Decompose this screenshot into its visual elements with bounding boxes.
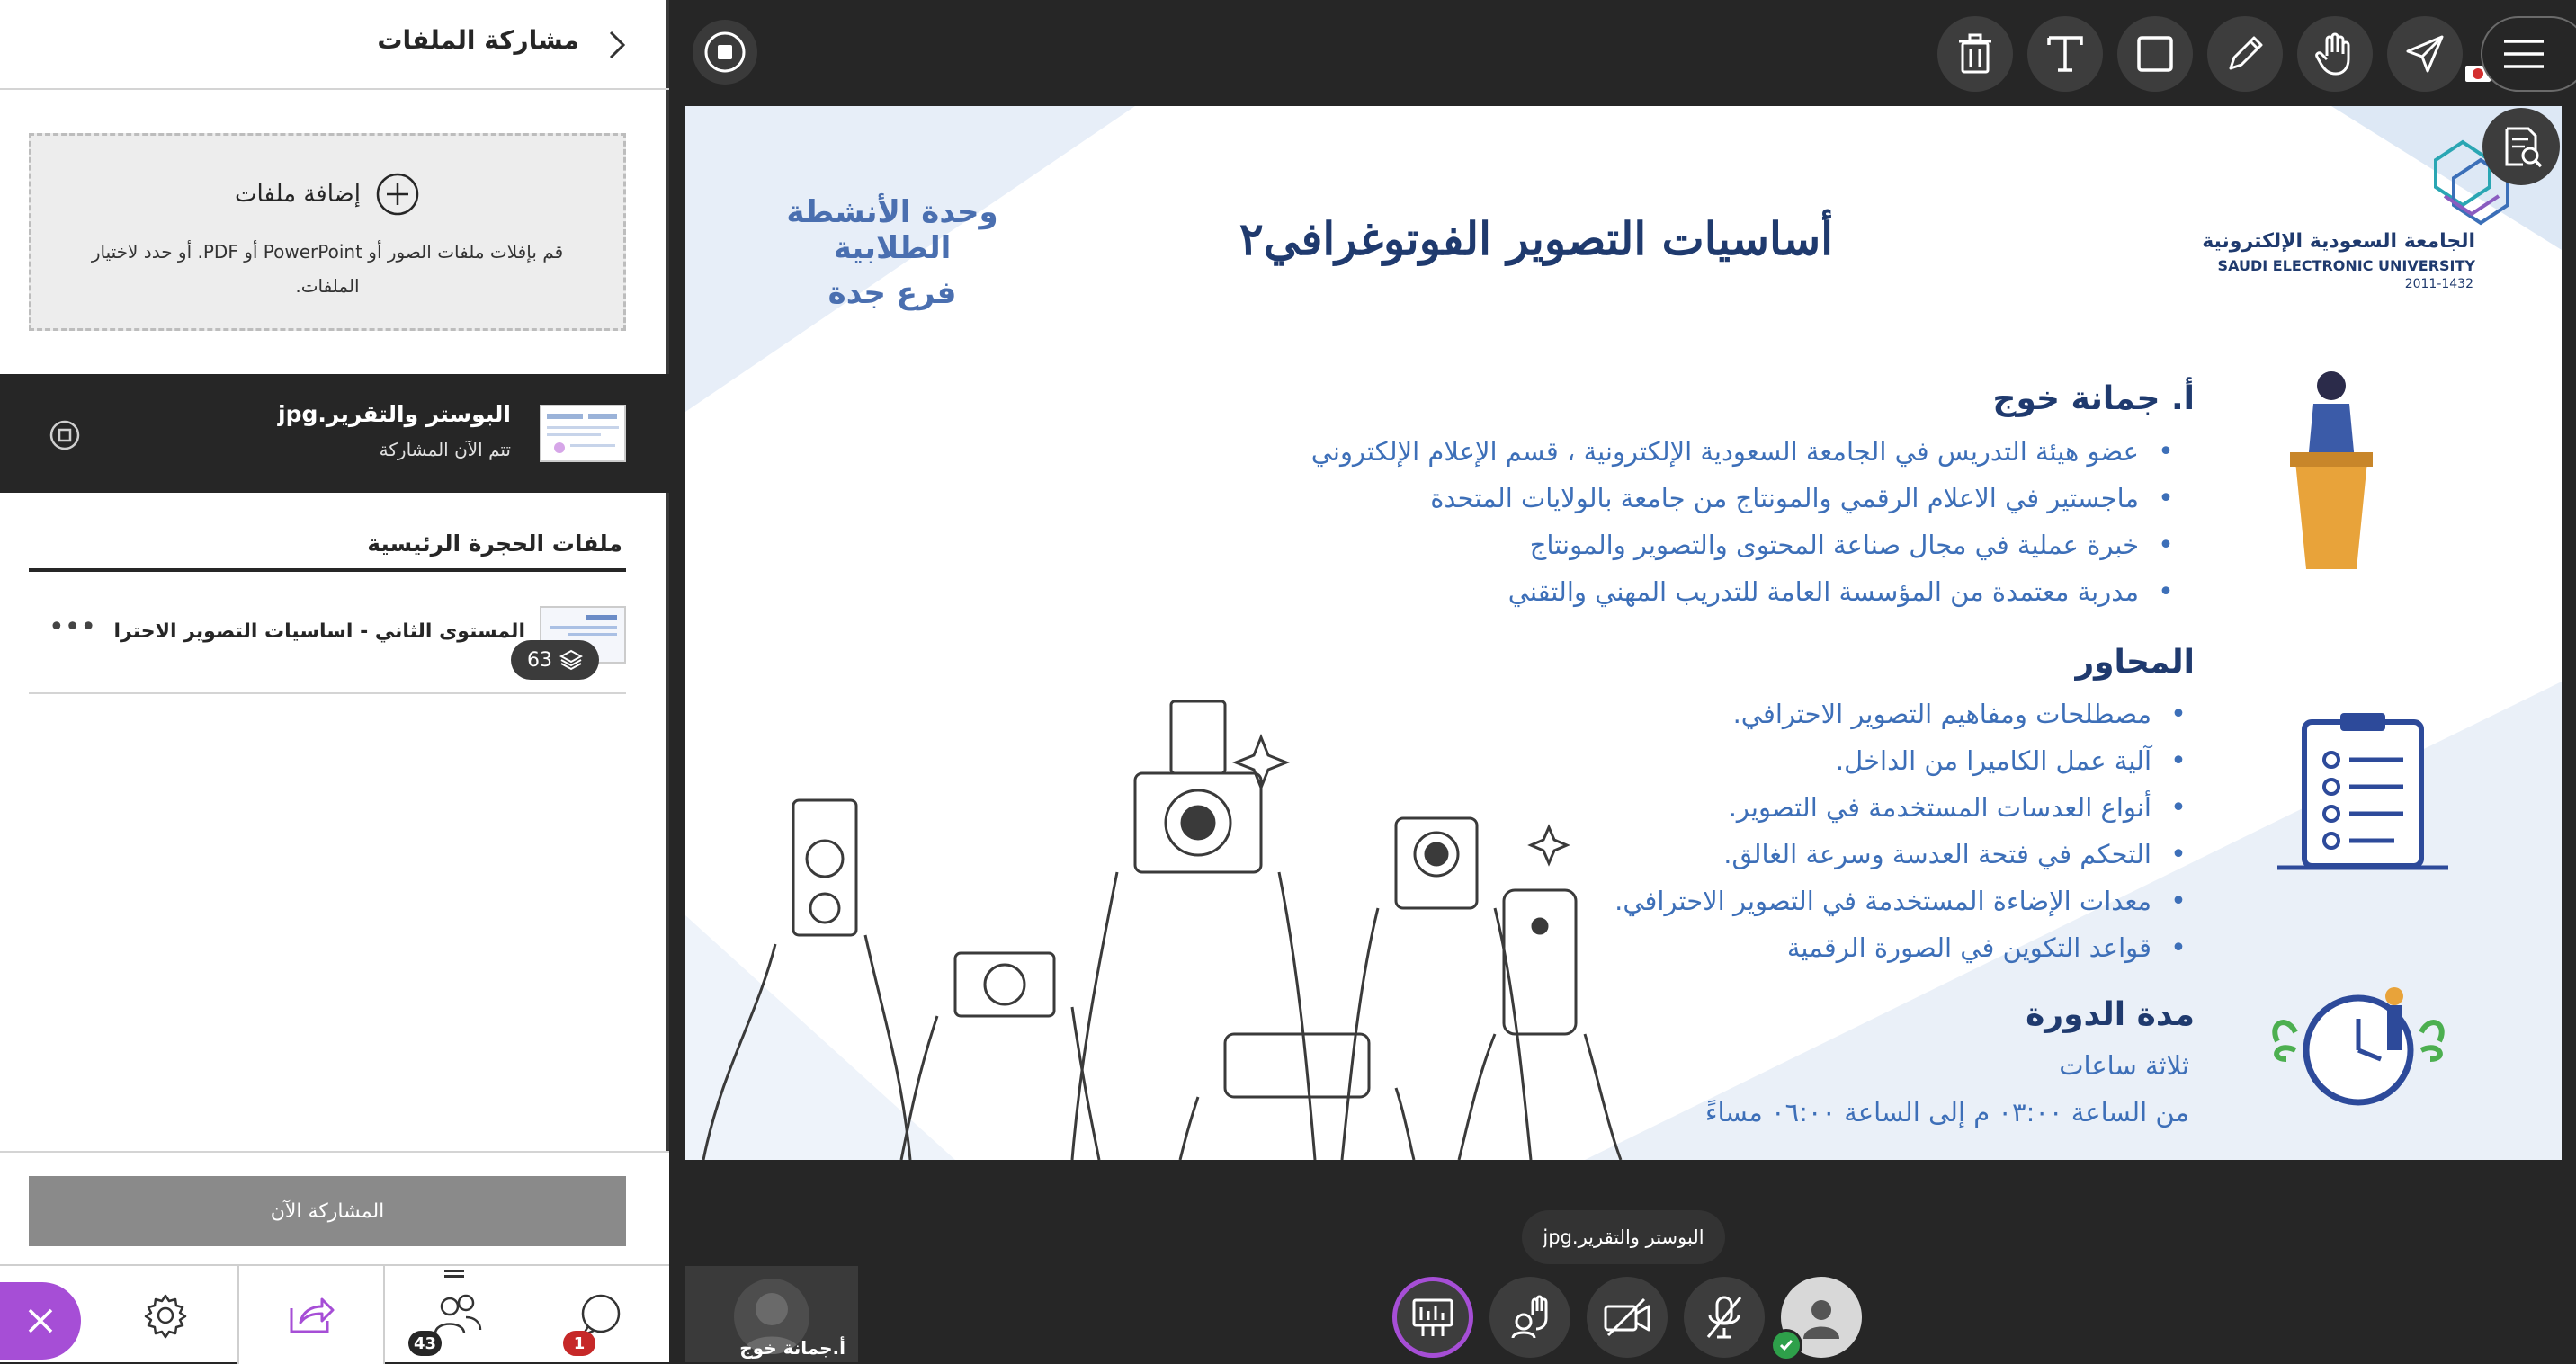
clock-illustration [2272, 987, 2445, 1106]
pen-tool-button[interactable] [2207, 16, 2283, 92]
gear-icon [144, 1294, 187, 1338]
list-item: أنواع العدسات المستخدمة في التصوير. [1614, 784, 2205, 831]
university-name-ar: الجامعة السعودية الإلكترونية [2202, 230, 2475, 253]
checklist-illustration [2277, 713, 2448, 870]
branch-name: فرع جدة [827, 275, 957, 311]
pan-tool-button[interactable] [2297, 16, 2373, 92]
add-files-title: إضافة ملفات [235, 181, 361, 208]
text-tool-button[interactable] [2027, 16, 2103, 92]
room-files-heading: ملفات الحجرة الرئيسية [367, 530, 622, 557]
raise-hand-button[interactable] [1489, 1277, 1570, 1358]
attendees-icon [434, 1294, 482, 1333]
university-logo [2434, 139, 2509, 226]
duration-hours: ثلاثة ساعات [2059, 1050, 2189, 1081]
layers-icon [559, 649, 583, 671]
back-button[interactable] [601, 25, 633, 65]
attendees-tab[interactable]: 43 [385, 1266, 529, 1364]
microphone-toggle-button[interactable] [1684, 1277, 1765, 1358]
user-avatar-icon [1803, 1300, 1839, 1339]
hands-with-cameras-illustration [702, 700, 1623, 1160]
stop-recording-button[interactable] [693, 20, 757, 85]
share-icon [290, 1297, 335, 1333]
main-stage: الجامعة السعودية الإلكترونية SAUDI ELECT… [673, 0, 2576, 1362]
text-icon [2047, 36, 2083, 72]
file-thumbnail [540, 405, 626, 462]
share-now-area: المشاركة الآن [0, 1151, 669, 1264]
instructor-bullets: عضو هيئة التدريس في الجامعة السعودية الإ… [1311, 428, 2193, 615]
hand-icon [2315, 32, 2350, 76]
share-now-button[interactable]: المشاركة الآن [29, 1176, 626, 1246]
share-content-button[interactable] [1392, 1277, 1473, 1358]
slide-zoom-button[interactable] [2482, 108, 2560, 185]
settings-tab[interactable] [94, 1266, 237, 1364]
shared-file-tooltip: البوستر والتقرير.jpg [1522, 1210, 1725, 1264]
current-share-row[interactable]: البوستر والتقرير.jpg تتم الآن المشاركة [0, 374, 669, 493]
square-icon [2137, 36, 2173, 72]
plus-circle-icon [376, 173, 419, 216]
pointer-tool-button[interactable] [2387, 16, 2463, 92]
session-menu-button[interactable] [2481, 16, 2576, 92]
topics-bullets: مصطلحات ومفاهيم التصوير الاحترافي. آلية … [1614, 691, 2205, 971]
speaker-podium-illustration [2290, 371, 2373, 569]
stop-sharing-icon[interactable] [47, 417, 83, 453]
list-item: خبرة عملية في مجال صناعة المحتوى والتصوي… [1311, 522, 2193, 568]
university-name-en: SAUDI ELECTRONIC UNIVERSITY [2217, 257, 2475, 274]
list-item: آلية عمل الكاميرا من الداخل. [1614, 737, 2205, 784]
attendees-count-badge: 43 [408, 1331, 443, 1356]
panel-title: مشاركة الملفات [377, 25, 579, 55]
slide-unit-label: وحدة الأنشطة الطلابية فرع جدة [757, 194, 1027, 311]
add-files-description: قم بإفلات ملفات الصور أو PowerPoint أو P… [91, 241, 564, 297]
shared-slide: الجامعة السعودية الإلكترونية SAUDI ELECT… [685, 106, 2562, 1160]
list-item: مدربة معتمدة من المؤسسة العامة للتدريب ا… [1311, 568, 2193, 615]
chat-tab[interactable]: 1 [529, 1266, 673, 1364]
list-item: التحكم في فتحة العدسة وسرعة الغالق. [1614, 831, 2205, 878]
file-sharing-panel: مشاركة الملفات إضافة ملفات قم بإفلات ملف… [0, 0, 669, 1364]
close-panel-button[interactable] [0, 1282, 81, 1360]
camera-toggle-button[interactable] [1587, 1277, 1668, 1358]
duration-time: من الساعة ٠٣:٠٠ م إلى الساعة ٠٦:٠٠ مساءً [1704, 1097, 2189, 1128]
list-item: عضو هيئة التدريس في الجامعة السعودية الإ… [1311, 428, 2193, 475]
more-options-icon[interactable]: ••• [49, 614, 96, 646]
room-file-name: المستوى الثاني - اساسيات التصوير الاحترا… [112, 620, 525, 643]
instructor-heading: أ. جمانة خوج [1992, 380, 2196, 417]
bottom-navigation: 43 1 [0, 1264, 669, 1364]
panel-header: مشاركة الملفات [0, 0, 669, 90]
raise-hand-icon [1511, 1295, 1548, 1339]
close-icon [28, 1308, 53, 1333]
chevron-right-icon [609, 31, 626, 59]
room-file-item[interactable]: 63 المستوى الثاني - اساسيات التصوير الاح… [29, 593, 626, 694]
divider [29, 568, 626, 572]
chat-unread-badge: 1 [563, 1331, 595, 1356]
shared-file-name: البوستر والتقرير.jpg [278, 401, 511, 427]
status-check-icon [1770, 1329, 1802, 1361]
sharing-status: تتم الآن المشاركة [379, 439, 511, 460]
university-years: 2011-1432 [2404, 277, 2473, 291]
camera-off-icon [1604, 1297, 1650, 1337]
trash-icon [1959, 33, 1991, 74]
slide-count-badge: 63 [511, 640, 599, 680]
microphone-off-icon [1706, 1296, 1742, 1339]
participant-name: أ.جمانة خوج [739, 1337, 845, 1359]
pencil-icon [2229, 36, 2263, 70]
shape-tool-button[interactable] [2117, 16, 2193, 92]
add-files-dropzone[interactable]: إضافة ملفات قم بإفلات ملفات الصور أو Pow… [29, 133, 626, 331]
clear-annotations-button[interactable] [1937, 16, 2013, 92]
stop-icon [704, 31, 746, 73]
hamburger-menu-icon [2504, 40, 2544, 68]
unit-name: وحدة الأنشطة الطلابية [786, 194, 998, 266]
slide-count: 63 [527, 648, 552, 672]
list-item: مصطلحات ومفاهيم التصوير الاحترافي. [1614, 691, 2205, 737]
participant-video-tile[interactable]: أ.جمانة خوج [685, 1266, 858, 1362]
list-item: قواعد التكوين في الصورة الرقمية [1614, 924, 2205, 971]
topics-heading: المحاور [2075, 644, 2195, 681]
list-item: معدات الإضاءة المستخدمة في التصوير الاحت… [1614, 878, 2205, 924]
slide-title: أساسيات التصوير الفوتوغرافي٢ [1239, 212, 1833, 265]
duration-heading: مدة الدورة [2026, 996, 2195, 1033]
share-content-tab[interactable] [237, 1266, 385, 1364]
list-item: ماجستير في الاعلام الرقمي والمونتاج من ج… [1311, 475, 2193, 522]
send-icon [2406, 35, 2444, 73]
zoom-document-icon [2505, 127, 2543, 168]
share-content-icon [1412, 1298, 1453, 1336]
